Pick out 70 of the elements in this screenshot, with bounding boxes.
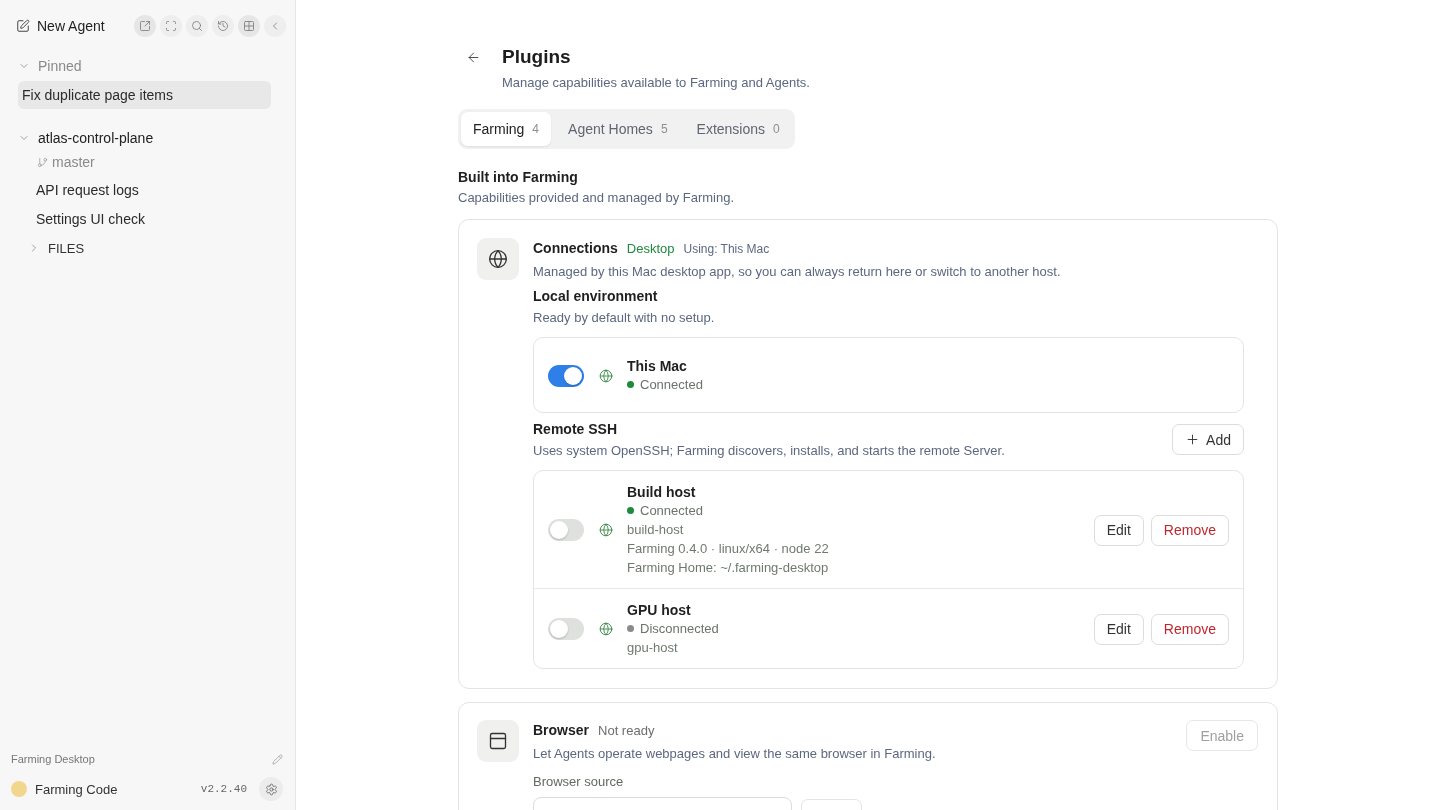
plus-icon [1185,432,1201,447]
section-description: Capabilities provided and managed by Farming. [458,189,736,207]
remove-button[interactable]: Remove [1150,514,1229,546]
host-status: Connected [640,377,703,392]
globe-icon [477,238,519,280]
settings-icon [264,782,278,796]
scan-icon [165,20,177,32]
branch-icon [37,156,48,168]
toggle-switch[interactable] [548,364,584,387]
group-title: Local environment [533,287,659,306]
pencil-icon[interactable] [272,753,283,765]
share-button[interactable] [134,15,156,37]
remove-button[interactable]: Remove [1150,613,1229,645]
grid-icon [243,20,255,32]
new-agent-button[interactable]: New Agent [16,18,105,34]
search-icon [191,20,203,32]
plugin-host: Using: This Mac [683,241,770,258]
host-name: This Mac [627,357,688,375]
history-button[interactable] [212,15,234,37]
plugin-status: Not ready [598,722,655,740]
globe-icon [599,523,613,537]
history-icon [217,20,229,32]
avatar-icon [11,781,27,797]
new-note-icon [16,19,30,33]
toggle-switch[interactable] [548,519,584,541]
host-detail: Farming 0.4.0 · linux/x64 · node 22 [627,540,829,558]
plugin-name: Connections [533,239,618,258]
project-header[interactable]: atlas-control-plane [0,124,295,152]
plugin-description: Let Agents operate webpages and view the same browser in Farming. [533,745,937,763]
globe-icon [599,368,613,383]
toggle-switch[interactable] [548,618,584,640]
collapse-button[interactable] [264,15,286,37]
page-subtitle: Manage capabilities available to Farming and Agents. [502,74,811,92]
search-button[interactable] [186,15,208,37]
host-name: GPU host [627,601,692,619]
app-name: Farming Code [35,781,118,797]
tab[interactable]: Extensions 0 [684,112,792,146]
grid-button[interactable] [238,15,260,37]
tab[interactable]: Agent Homes 5 [556,112,680,146]
edit-button[interactable]: Edit [1093,613,1144,645]
version-label: v2.2.40 [200,783,247,795]
group-description: Ready by default with no setup. [533,309,715,327]
files-header[interactable]: FILES [0,234,295,262]
workspace-name: Farming Desktop [11,753,95,765]
tab[interactable]: Farming 4 [461,112,552,146]
host-detail: build-host [627,521,685,539]
edit-button[interactable]: Edit [1093,514,1144,546]
host-detail: Farming Home: ~/.farming-desktop [627,559,829,577]
branch-name: master [52,154,95,170]
thread-item[interactable]: API request logs [18,176,271,204]
plugin-status: Desktop [626,240,675,258]
add-button[interactable]: Add [1172,424,1244,455]
group-description: Uses system OpenSSH; Farming discovers, installs, and starts the remote Server. [533,442,1005,460]
plugin-name: Browser [533,721,590,740]
thread-item[interactable]: Settings UI check [18,205,271,233]
plugin-description: Managed by this Mac desktop app, so you can always return here or switch to another host. [533,263,1062,281]
settings-button[interactable] [259,777,283,801]
page-title: Plugins [502,45,572,69]
host-name: Build host [627,483,697,501]
host-status: Disconnected [640,621,719,636]
group-title: Remote SSH [533,420,619,439]
share-icon [139,20,151,32]
scan-button[interactable] [160,15,182,37]
host-status: Connected [640,503,703,518]
pinned-item[interactable]: Fix duplicate page items [18,81,271,109]
globe-icon [599,622,613,636]
field-label: Browser source [533,773,625,791]
section-title: Built into Farming [458,168,579,187]
host-detail: gpu-host [627,639,679,657]
window-icon [477,720,519,762]
